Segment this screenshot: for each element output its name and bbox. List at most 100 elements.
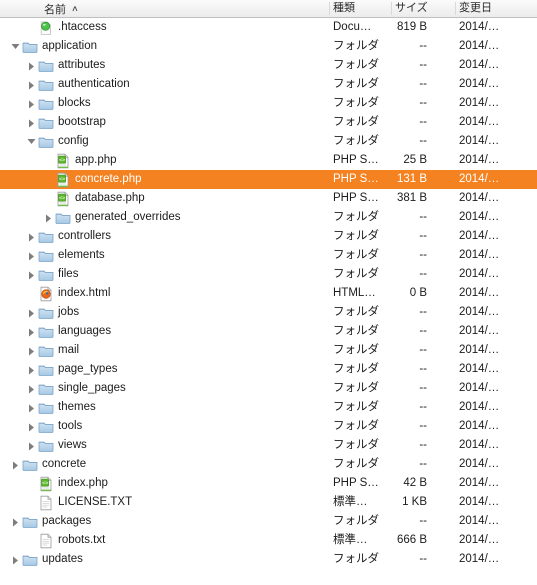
file-date-label: 2014/… xyxy=(459,116,500,128)
file-row[interactable]: elements フォルダ -- 2014/… xyxy=(0,246,537,265)
file-name-label: files xyxy=(58,268,79,280)
column-header-name[interactable]: 名前 ∧ xyxy=(44,0,79,17)
file-size-label: 0 B xyxy=(409,287,427,299)
file-row[interactable]: index.html HTML… 0 B 2014/… xyxy=(0,284,537,303)
folder-icon xyxy=(38,343,54,359)
file-row[interactable]: files フォルダ -- 2014/… xyxy=(0,265,537,284)
file-row[interactable]: concrete フォルダ -- 2014/… xyxy=(0,455,537,474)
svg-text:<>: <> xyxy=(42,481,49,487)
file-row[interactable]: tools フォルダ -- 2014/… xyxy=(0,417,537,436)
disclosure-triangle-collapsed-icon[interactable] xyxy=(26,246,37,265)
column-header-date[interactable]: 変更日 xyxy=(459,0,492,17)
file-name-label: single_pages xyxy=(58,382,126,394)
file-row[interactable]: jobs フォルダ -- 2014/… xyxy=(0,303,537,322)
file-row[interactable]: controllers フォルダ -- 2014/… xyxy=(0,227,537,246)
disclosure-triangle-collapsed-icon[interactable] xyxy=(26,379,37,398)
text-file-icon xyxy=(38,495,54,511)
file-row[interactable]: themes フォルダ -- 2014/… xyxy=(0,398,537,417)
folder-icon xyxy=(38,115,54,131)
file-row[interactable]: updates フォルダ -- 2014/… xyxy=(0,550,537,569)
folder-icon xyxy=(22,514,38,530)
disclosure-triangle-collapsed-icon[interactable] xyxy=(26,94,37,113)
disclosure-triangle-collapsed-icon[interactable] xyxy=(26,227,37,246)
file-size-label: -- xyxy=(419,40,427,52)
file-size-label: -- xyxy=(419,211,427,223)
file-name-label: concrete.php xyxy=(75,173,142,185)
file-row[interactable]: views フォルダ -- 2014/… xyxy=(0,436,537,455)
disclosure-triangle-collapsed-icon[interactable] xyxy=(10,512,21,531)
disclosure-triangle-collapsed-icon[interactable] xyxy=(26,303,37,322)
disclosure-triangle-collapsed-icon[interactable] xyxy=(26,436,37,455)
file-row[interactable]: mail フォルダ -- 2014/… xyxy=(0,341,537,360)
file-row[interactable]: <> concrete.php PHP S… 131 B 2014/… xyxy=(0,170,537,189)
file-row[interactable]: page_types フォルダ -- 2014/… xyxy=(0,360,537,379)
file-row[interactable]: authentication フォルダ -- 2014/… xyxy=(0,75,537,94)
file-size-label: -- xyxy=(419,78,427,90)
file-size-label: -- xyxy=(419,249,427,261)
disclosure-triangle-expanded-icon[interactable] xyxy=(10,37,21,56)
file-row[interactable]: config フォルダ -- 2014/… xyxy=(0,132,537,151)
file-row[interactable]: <> database.php PHP S… 381 B 2014/… xyxy=(0,189,537,208)
svg-text:<>: <> xyxy=(59,158,66,164)
file-date-label: 2014/… xyxy=(459,211,500,223)
disclosure-triangle-collapsed-icon[interactable] xyxy=(26,360,37,379)
disclosure-triangle-collapsed-icon[interactable] xyxy=(26,341,37,360)
file-row[interactable]: packages フォルダ -- 2014/… xyxy=(0,512,537,531)
folder-icon xyxy=(38,381,54,397)
file-date-label: 2014/… xyxy=(459,21,500,33)
file-name-label: config xyxy=(58,135,89,147)
disclosure-triangle-collapsed-icon[interactable] xyxy=(26,113,37,132)
file-size-label: -- xyxy=(419,325,427,337)
file-row[interactable]: LICENSE.TXT 標準… 1 KB 2014/… xyxy=(0,493,537,512)
file-name-label: bootstrap xyxy=(58,116,106,128)
disclosure-triangle-collapsed-icon[interactable] xyxy=(26,265,37,284)
disclosure-triangle-collapsed-icon[interactable] xyxy=(26,56,37,75)
file-name-label: page_types xyxy=(58,363,118,375)
column-divider-kind-size[interactable] xyxy=(391,2,392,15)
folder-icon xyxy=(38,96,54,112)
file-row[interactable]: bootstrap フォルダ -- 2014/… xyxy=(0,113,537,132)
svg-text:<>: <> xyxy=(59,196,66,202)
file-row[interactable]: languages フォルダ -- 2014/… xyxy=(0,322,537,341)
file-row[interactable]: .htaccess Docu… 819 B 2014/… xyxy=(0,18,537,37)
disclosure-triangle-collapsed-icon[interactable] xyxy=(26,322,37,341)
file-size-label: -- xyxy=(419,515,427,527)
file-row[interactable]: generated_overrides フォルダ -- 2014/… xyxy=(0,208,537,227)
file-size-label: -- xyxy=(419,401,427,413)
column-header-kind[interactable]: 種類 xyxy=(333,0,355,17)
file-size-label: 131 B xyxy=(396,173,427,185)
folder-icon xyxy=(38,400,54,416)
php-file-icon: <> xyxy=(55,191,71,207)
file-date-label: 2014/… xyxy=(459,439,500,451)
file-row[interactable]: blocks フォルダ -- 2014/… xyxy=(0,94,537,113)
disclosure-triangle-collapsed-icon[interactable] xyxy=(10,455,21,474)
file-date-label: 2014/… xyxy=(459,40,500,52)
file-name-label: generated_overrides xyxy=(75,211,181,223)
disclosure-triangle-collapsed-icon[interactable] xyxy=(26,398,37,417)
file-row[interactable]: robots.txt 標準… 666 B 2014/… xyxy=(0,531,537,550)
column-divider-name-kind[interactable] xyxy=(329,2,330,15)
file-row[interactable]: application フォルダ -- 2014/… xyxy=(0,37,537,56)
file-name-label: index.html xyxy=(58,287,111,299)
file-row[interactable]: single_pages フォルダ -- 2014/… xyxy=(0,379,537,398)
file-name-label: packages xyxy=(42,515,92,527)
file-size-label: 381 B xyxy=(396,192,427,204)
file-date-label: 2014/… xyxy=(459,325,500,337)
file-date-label: 2014/… xyxy=(459,515,500,527)
disclosure-triangle-collapsed-icon[interactable] xyxy=(10,550,21,569)
column-divider-size-date[interactable] xyxy=(455,2,456,15)
disclosure-triangle-collapsed-icon[interactable] xyxy=(43,208,54,227)
file-date-label: 2014/… xyxy=(459,249,500,261)
folder-icon xyxy=(38,305,54,321)
column-header-size[interactable]: サイズ xyxy=(395,0,428,17)
disclosure-triangle-collapsed-icon[interactable] xyxy=(26,417,37,436)
disclosure-triangle-collapsed-icon[interactable] xyxy=(26,75,37,94)
column-header-bar: 名前 ∧ 種類 サイズ 変更日 xyxy=(0,0,537,18)
file-row[interactable]: attributes フォルダ -- 2014/… xyxy=(0,56,537,75)
file-date-label: 2014/… xyxy=(459,268,500,280)
file-size-label: -- xyxy=(419,59,427,71)
disclosure-triangle-expanded-icon[interactable] xyxy=(26,132,37,151)
file-row[interactable]: <> app.php PHP S… 25 B 2014/… xyxy=(0,151,537,170)
file-name-label: jobs xyxy=(58,306,80,318)
file-row[interactable]: <> index.php PHP S… 42 B 2014/… xyxy=(0,474,537,493)
